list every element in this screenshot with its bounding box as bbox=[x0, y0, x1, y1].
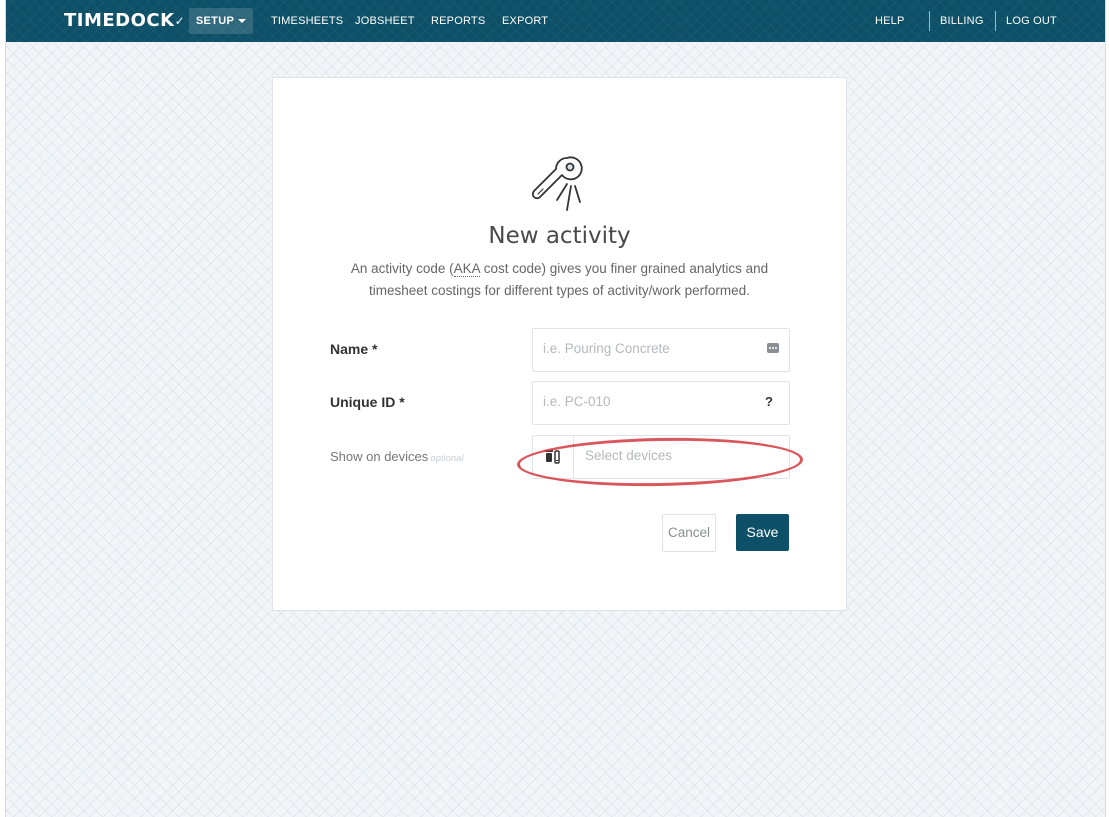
brand-logo[interactable]: TIMEDOCK✓ bbox=[64, 9, 185, 33]
devices-label: Show on devices optional bbox=[330, 449, 464, 464]
nav-billing[interactable]: BILLING bbox=[940, 13, 984, 29]
new-activity-card: New activity An activity code (AKA cost … bbox=[272, 77, 847, 611]
aka-abbreviation: AKA bbox=[453, 261, 480, 277]
top-navbar: TIMEDOCK✓ SETUP TIMESHEETS JOBSHEET REPO… bbox=[6, 0, 1105, 42]
description-text: cost code) gives you finer grained analy… bbox=[479, 261, 769, 276]
unique-id-placeholder: i.e. PC-010 bbox=[543, 394, 611, 409]
unique-id-label: Unique ID * bbox=[330, 394, 405, 410]
devices-label-text: Show on devices bbox=[330, 449, 429, 464]
nav-timesheets[interactable]: TIMESHEETS bbox=[271, 13, 343, 29]
name-label: Name * bbox=[330, 341, 378, 357]
description-text: timesheet costings for different types o… bbox=[369, 283, 750, 298]
nav-setup-label: SETUP bbox=[195, 15, 235, 27]
cancel-button[interactable]: Cancel bbox=[662, 514, 716, 552]
page-title: New activity bbox=[488, 223, 631, 249]
caret-down-icon bbox=[238, 19, 247, 24]
window-frame-left bbox=[0, 0, 6, 817]
nav-divider bbox=[995, 11, 996, 31]
description-text: An activity code ( bbox=[350, 261, 454, 276]
unique-id-field[interactable]: i.e. PC-010 ? bbox=[532, 381, 790, 425]
ellipsis-icon[interactable] bbox=[767, 343, 779, 353]
nav-export[interactable]: EXPORT bbox=[502, 13, 548, 29]
optional-hint: optional bbox=[430, 453, 464, 464]
question-icon[interactable]: ? bbox=[765, 394, 773, 409]
nav-setup-dropdown[interactable]: SETUP bbox=[189, 8, 253, 34]
page-description: An activity code (AKA cost code) gives y… bbox=[303, 258, 816, 302]
nav-help[interactable]: HELP bbox=[875, 13, 905, 29]
wrench-icon bbox=[531, 156, 583, 211]
nav-reports[interactable]: REPORTS bbox=[431, 13, 485, 29]
nav-logout[interactable]: LOG OUT bbox=[1006, 13, 1057, 29]
window-frame-right bbox=[1105, 0, 1109, 817]
name-field[interactable]: i.e. Pouring Concrete bbox=[532, 328, 790, 372]
save-button[interactable]: Save bbox=[736, 514, 789, 551]
nav-divider bbox=[929, 11, 930, 31]
nav-jobsheet[interactable]: JOBSHEET bbox=[355, 13, 415, 29]
name-placeholder: i.e. Pouring Concrete bbox=[543, 341, 670, 356]
